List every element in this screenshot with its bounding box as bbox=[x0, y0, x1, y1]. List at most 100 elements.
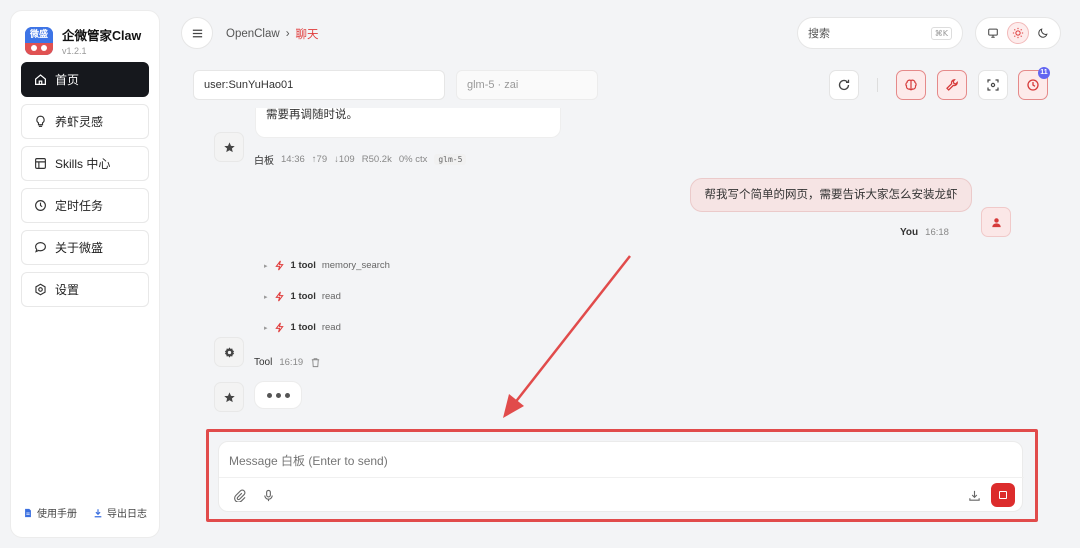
message-text: 帮我写个简单的网页，需要告诉大家怎么安装龙虾 bbox=[704, 189, 958, 201]
brain-toggle-button[interactable] bbox=[896, 70, 926, 100]
lightning-icon bbox=[274, 322, 284, 333]
user-message-meta: You 16:18 bbox=[900, 227, 949, 238]
chat-bubble-icon bbox=[35, 242, 46, 253]
lightning-icon bbox=[274, 291, 284, 302]
gear-icon bbox=[224, 346, 234, 358]
tool-call-row[interactable]: ▸ 1 tool read bbox=[264, 322, 341, 333]
document-icon bbox=[25, 508, 31, 517]
sidebar: 微盛 企微管家Claw v1.2.1 首页 养虾灵感 Skills 中心 定时任… bbox=[10, 10, 160, 538]
focus-mode-button[interactable] bbox=[978, 70, 1008, 100]
app-name: 企微管家Claw bbox=[62, 29, 142, 43]
clock-icon bbox=[1027, 79, 1039, 91]
home-icon bbox=[35, 74, 46, 85]
sidebar-item-label: 首页 bbox=[55, 73, 80, 87]
monitor-icon bbox=[987, 28, 998, 38]
sidebar-item-label: 养虾灵感 bbox=[55, 115, 104, 129]
theme-dark-button[interactable] bbox=[1032, 22, 1054, 44]
tokens-read: R50.2k bbox=[361, 154, 392, 165]
brain-icon bbox=[905, 79, 917, 91]
assistant-message: 需要再调随时说。 bbox=[255, 108, 561, 138]
message-text: 需要再调随时说。 bbox=[266, 109, 358, 121]
breadcrumb: OpenClaw › 聊天 bbox=[226, 26, 319, 42]
sidebar-item-settings[interactable]: 设置 bbox=[21, 272, 149, 307]
expand-caret-icon: ▸ bbox=[264, 324, 268, 332]
sidebar-item-about[interactable]: 关于微盛 bbox=[21, 230, 149, 265]
sidebar-item-label: Skills 中心 bbox=[55, 157, 111, 171]
star-icon bbox=[223, 141, 235, 152]
star-icon bbox=[223, 391, 235, 402]
sender-name: You bbox=[900, 227, 919, 238]
annotation-highlight-box bbox=[206, 429, 1038, 522]
logo-text: 微盛 bbox=[25, 26, 53, 43]
user-message: 帮我写个简单的网页，需要告诉大家怎么安装龙虾 bbox=[690, 178, 972, 212]
download-icon bbox=[94, 508, 102, 517]
lightbulb-icon bbox=[36, 115, 45, 127]
layout-icon bbox=[35, 158, 46, 169]
tool-call-row[interactable]: ▸ 1 tool read bbox=[264, 291, 341, 302]
theme-light-button[interactable] bbox=[1006, 22, 1029, 44]
tokens-out: ↓109 bbox=[334, 154, 355, 165]
sidebar-item-scheduled-tasks[interactable]: 定时任务 bbox=[21, 188, 149, 223]
clock-icon bbox=[35, 200, 46, 211]
breadcrumb-separator: › bbox=[285, 28, 290, 40]
tool-name: read bbox=[321, 291, 341, 302]
theme-system-button[interactable] bbox=[982, 22, 1004, 44]
sidebar-item-label: 关于微盛 bbox=[55, 241, 104, 255]
scan-focus-icon bbox=[987, 79, 999, 91]
sun-icon bbox=[1012, 27, 1024, 39]
assistant-avatar bbox=[214, 132, 244, 162]
tool-call-row[interactable]: ▸ 1 tool memory_search bbox=[264, 260, 390, 271]
app-logo: 微盛 bbox=[25, 26, 53, 55]
toolbar-divider bbox=[877, 78, 878, 92]
refresh-icon bbox=[838, 79, 850, 91]
breadcrumb-root[interactable]: OpenClaw bbox=[226, 28, 280, 40]
session-key-field[interactable]: user:SunYuHao01 bbox=[193, 70, 445, 100]
app-version: v1.2.1 bbox=[62, 46, 87, 56]
timestamp: 14:36 bbox=[281, 154, 305, 165]
tool-message-meta: Tool 16:19 bbox=[254, 357, 321, 368]
user-avatar bbox=[981, 207, 1011, 237]
typing-indicator bbox=[254, 381, 302, 409]
export-logs-link[interactable]: 导出日志 bbox=[93, 505, 147, 520]
assistant-message-meta: 白板 14:36 ↑79 ↓109 R50.2k 0% ctx glm-5 bbox=[254, 152, 467, 167]
scheduled-button[interactable]: 11 bbox=[1018, 67, 1050, 100]
timestamp: 16:19 bbox=[279, 357, 304, 368]
sidebar-item-skills[interactable]: Skills 中心 bbox=[21, 146, 149, 181]
search-placeholder: 搜索 bbox=[808, 28, 830, 40]
refresh-button[interactable] bbox=[829, 70, 859, 100]
user-icon bbox=[991, 217, 1001, 227]
search-input[interactable]: 搜索 ⌘K bbox=[797, 17, 963, 49]
sidebar-item-label: 设置 bbox=[55, 283, 80, 297]
model-field[interactable]: glm-5 · zai bbox=[456, 70, 598, 100]
sidebar-footer: 使用手册 导出日志 bbox=[23, 505, 147, 520]
search-shortcut: ⌘K bbox=[930, 26, 952, 40]
brand[interactable]: 微盛 企微管家Claw v1.2.1 bbox=[25, 25, 141, 56]
model-chip: glm-5 bbox=[434, 154, 467, 165]
tool-avatar bbox=[214, 337, 244, 367]
hamburger-icon bbox=[192, 29, 202, 37]
sender-name: Tool bbox=[254, 357, 273, 368]
sidebar-item-home[interactable]: 首页 bbox=[21, 62, 149, 97]
expand-caret-icon: ▸ bbox=[264, 262, 268, 270]
menu-toggle-button[interactable] bbox=[181, 17, 213, 49]
sender-name: 白板 bbox=[254, 156, 274, 167]
breadcrumb-current: 聊天 bbox=[295, 29, 319, 41]
assistant-avatar bbox=[214, 382, 244, 412]
tool-name: read bbox=[321, 322, 341, 333]
theme-switcher bbox=[975, 17, 1061, 49]
sidebar-nav: 首页 养虾灵感 Skills 中心 定时任务 关于微盛 设置 bbox=[21, 62, 149, 314]
lightning-icon bbox=[274, 260, 284, 271]
timestamp: 16:18 bbox=[925, 227, 949, 238]
tool-name: memory_search bbox=[321, 260, 390, 271]
sidebar-item-label: 定时任务 bbox=[55, 199, 104, 213]
tools-toggle-button[interactable] bbox=[937, 70, 967, 100]
tokens-in: ↑79 bbox=[311, 154, 328, 165]
trash-icon[interactable] bbox=[310, 357, 321, 368]
expand-caret-icon: ▸ bbox=[264, 293, 268, 301]
manual-link[interactable]: 使用手册 bbox=[23, 505, 77, 520]
wrench-icon bbox=[946, 79, 958, 91]
schedule-count-badge: 11 bbox=[1038, 67, 1050, 79]
sidebar-item-inspiration[interactable]: 养虾灵感 bbox=[21, 104, 149, 139]
gear-icon bbox=[35, 283, 46, 296]
context-usage: 0% ctx bbox=[398, 154, 428, 165]
